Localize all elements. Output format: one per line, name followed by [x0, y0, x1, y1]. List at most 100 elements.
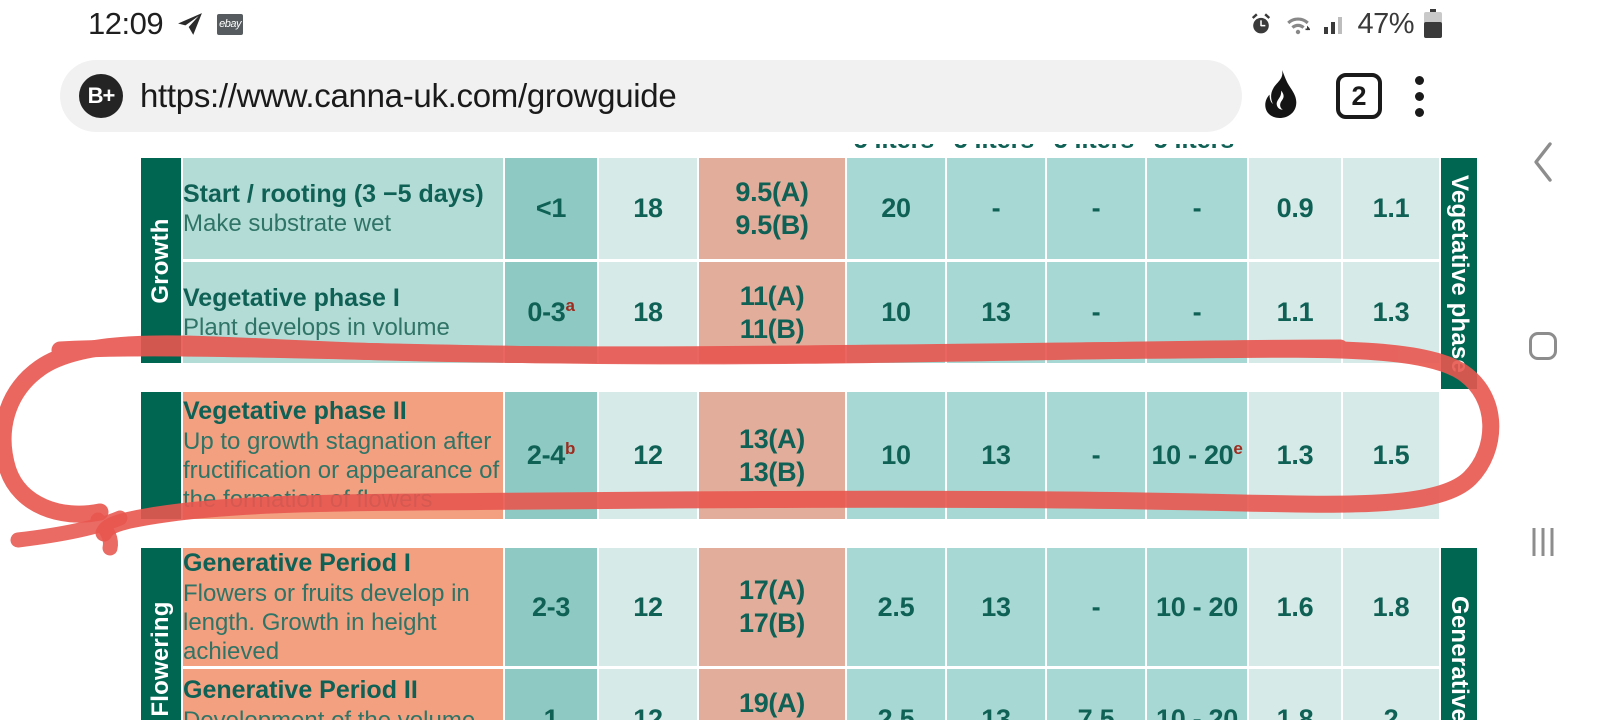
- android-navigation-bar: [1485, 0, 1600, 720]
- cell-vol-2: -: [947, 158, 1045, 262]
- cell-vol-4: -: [1147, 158, 1247, 262]
- phase-name-cell: Generative Period II Development of the …: [183, 669, 503, 720]
- table-row: Generative Period II Development of the …: [141, 669, 1477, 720]
- col-header-2: 5 liters: [1044, 144, 1144, 155]
- cell-weeks: 1: [505, 669, 597, 720]
- footnote-marker: e: [1233, 439, 1243, 458]
- cell-vol-3: -: [1047, 262, 1145, 366]
- cell-ec-min: 1.6: [1249, 548, 1341, 670]
- cell-vol-1: 10: [847, 262, 945, 366]
- phase-desc: Make substrate wet: [183, 210, 392, 238]
- cell-ec-max: 1.1: [1343, 158, 1439, 262]
- gap-right: [1441, 522, 1477, 548]
- cell-ec-max: 1.5: [1343, 392, 1439, 522]
- wifi-icon: [1283, 11, 1313, 37]
- cell-ec-min: 0.9: [1249, 158, 1341, 262]
- cell-ec-a: 19(A): [738, 687, 805, 718]
- phase-name-cell: Start / rooting (3 −5 days) Make substra…: [183, 158, 503, 262]
- tab-count-button[interactable]: 2: [1336, 73, 1382, 119]
- phase-title: Vegetative phase II: [183, 397, 407, 426]
- group-label-flowering-text: Flowering: [147, 601, 174, 717]
- group-label-blank: [141, 392, 181, 522]
- cell-ec: 9.5(A) 9.5(B): [699, 158, 845, 262]
- cell-ec-a: 13(A): [738, 423, 805, 454]
- cell-vol-1: 2.5: [847, 669, 945, 720]
- phase-name-cell: Vegetative phase I Plant develops in vol…: [183, 262, 503, 366]
- cell-ec: 11(A) 11(B): [699, 262, 845, 366]
- status-clock: 12:09: [88, 6, 164, 41]
- cell-vol-1: 2.5: [847, 548, 945, 670]
- cell-weeks: <1: [505, 158, 597, 262]
- cell-weeks: 2-4b: [505, 392, 597, 522]
- phase-name-cell: Vegetative phase II Up to growth stagnat…: [183, 392, 503, 522]
- cell-ec: 13(A) 13(B): [699, 392, 845, 522]
- battery-icon: [1423, 9, 1443, 39]
- cell-ec-min: 1.1: [1249, 262, 1341, 366]
- cell-vol-4: 10 - 20: [1147, 548, 1247, 670]
- gap-left: [141, 522, 181, 548]
- cell-vol-4: 10 - 20e: [1147, 392, 1247, 522]
- telegram-icon: [177, 11, 203, 37]
- cell-light-hours: 18: [599, 262, 697, 366]
- cell-ec-a: 11(A): [739, 280, 805, 311]
- cell-vol-4: 10 - 20: [1147, 669, 1247, 720]
- cell-vol-3: -: [1047, 392, 1145, 522]
- phase-title: Generative Period I: [183, 549, 411, 577]
- battery-percentage: 47%: [1357, 7, 1414, 40]
- status-bar-right: 47%: [1248, 8, 1443, 41]
- cell-vol-2: 13: [947, 669, 1045, 720]
- phase-title: Generative Period II: [183, 676, 418, 705]
- table-row: Vegetative phase I Plant develops in vol…: [141, 262, 1477, 366]
- phase-desc: Flowers or fruits develop in length. Gro…: [183, 579, 470, 666]
- phase-desc: Plant develops in volume: [183, 314, 450, 342]
- gap-left: [141, 366, 181, 392]
- group-label-generative-text: Generative: [1446, 596, 1473, 720]
- col-header-0: 5 liters: [844, 144, 944, 155]
- footnote-marker: b: [565, 439, 576, 458]
- url-text[interactable]: https://www.canna-uk.com/growguide: [140, 77, 676, 115]
- group-label-vegetative-text: Vegetative phase: [1446, 174, 1473, 373]
- cell-light-hours: 18: [599, 158, 697, 262]
- cell-vol-2: 13: [947, 262, 1045, 366]
- nav-home-button[interactable]: [1528, 332, 1557, 360]
- cell-vol-3: 7.5: [1047, 669, 1145, 720]
- status-bar: 12:09 ebay 47%: [40, 0, 1485, 48]
- cell-vol-2: 13: [947, 392, 1045, 522]
- grow-guide-table: Growth Start / rooting (3 −5 days) Make …: [139, 158, 1479, 720]
- nav-back-button[interactable]: [1528, 140, 1558, 184]
- group-label-vegetative: Vegetative phase: [1441, 158, 1477, 392]
- web-page-content: 5 liters 5 liters 5 liters 5 liters Grow: [40, 144, 1485, 720]
- status-bar-left: 12:09 ebay: [88, 6, 244, 42]
- phase-name-cell: Generative Period I Flowers or fruits de…: [183, 548, 503, 670]
- phone-viewport: 12:09 ebay 47% B+ https://www.canna-uk.c…: [40, 0, 1485, 720]
- col-header-3: 5 liters: [1144, 144, 1244, 155]
- cell-vol-1: 20: [847, 158, 945, 262]
- address-bar[interactable]: B+ https://www.canna-uk.com/growguide: [60, 60, 1242, 132]
- cell-ec-b: 11(B): [739, 313, 805, 344]
- cell-ec-max: 2: [1343, 669, 1439, 720]
- recents-bars-icon: [1532, 528, 1553, 556]
- group-label-growth-text: Growth: [147, 217, 174, 304]
- phase-desc: Up to growth stagnation after fructifica…: [183, 427, 500, 514]
- site-badge-icon: B+: [79, 74, 123, 118]
- cell-vol-3: -: [1047, 158, 1145, 262]
- nav-recents-button[interactable]: [1532, 528, 1553, 556]
- browser-toolbar: B+ https://www.canna-uk.com/growguide 2: [40, 48, 1485, 144]
- phase-title: Start / rooting (3 −5 days): [183, 179, 484, 208]
- cell-vol-3: -: [1047, 548, 1145, 670]
- flame-icon[interactable]: [1258, 69, 1304, 124]
- browser-toolbar-icons: 2: [1258, 69, 1424, 124]
- table-row-gap: [141, 522, 1477, 548]
- cell-light-hours: 12: [599, 392, 697, 522]
- cell-ec: 19(A) 19(B): [699, 669, 845, 720]
- cell-ec-max: 1.8: [1343, 548, 1439, 670]
- kebab-menu-icon[interactable]: [1414, 75, 1424, 117]
- cell-ec-b: 9.5(B): [735, 209, 809, 240]
- phase-desc: Development of the volume (breadth) of f…: [183, 706, 503, 720]
- cell-ec-a: 17(A): [738, 575, 805, 606]
- home-square-icon: [1528, 332, 1557, 360]
- cell-vol-4: -: [1147, 262, 1247, 366]
- table-row-gap: [141, 366, 1477, 392]
- cell-vol-1: 10: [847, 392, 945, 522]
- col-header-1: 5 liters: [944, 144, 1044, 155]
